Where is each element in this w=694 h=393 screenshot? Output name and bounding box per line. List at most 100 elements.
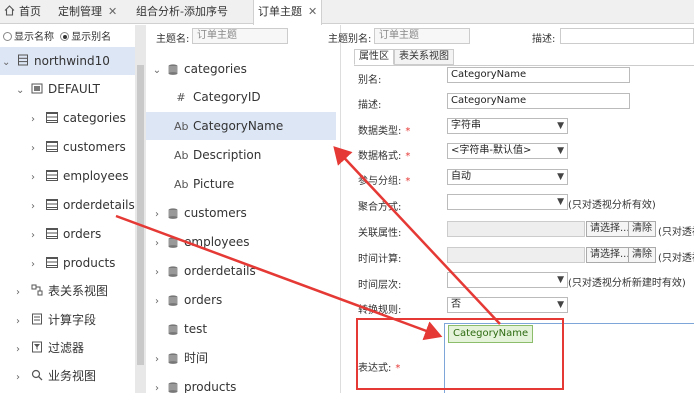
radio-show-name[interactable] bbox=[3, 32, 12, 41]
timelevel-note: (只对透视分析新建时有效) bbox=[568, 278, 686, 289]
tree-node-table[interactable]: › categories bbox=[31, 105, 126, 131]
tree-node-table[interactable]: › employees bbox=[31, 163, 128, 189]
topic-table-item[interactable]: › employees bbox=[146, 228, 336, 256]
topic-table-item[interactable]: test bbox=[146, 315, 336, 343]
tab-home[interactable]: 首页 bbox=[4, 0, 41, 24]
table-db-icon bbox=[167, 288, 179, 306]
tree-node-schema[interactable]: ⌄ DEFAULT bbox=[16, 76, 100, 102]
topic-alias-input[interactable]: 订单主题 bbox=[374, 28, 470, 44]
chevron-right-icon[interactable]: › bbox=[16, 280, 28, 306]
chevron-right-icon[interactable]: › bbox=[150, 375, 164, 393]
subtab-table-relation[interactable]: 表关系视图 bbox=[394, 49, 454, 65]
topic-table-item[interactable]: › orderdetails bbox=[146, 257, 336, 285]
field-assoc-input[interactable] bbox=[447, 221, 585, 237]
topic-field-label: CategoryID bbox=[193, 90, 261, 104]
timecalc-clear-button[interactable]: 清除 bbox=[628, 247, 656, 263]
tree-node-table[interactable]: › customers bbox=[31, 134, 126, 160]
timecalc-select-button[interactable]: 请选择... bbox=[586, 247, 634, 263]
assoc-select-button[interactable]: 请选择... bbox=[586, 221, 634, 237]
tab-label: 订单主题 bbox=[258, 5, 302, 18]
table-db-icon bbox=[167, 230, 179, 248]
topic-table-item[interactable]: › 时间 bbox=[146, 344, 336, 372]
chevron-right-icon[interactable]: › bbox=[31, 223, 43, 249]
topic-desc-input[interactable] bbox=[560, 28, 694, 44]
topic-table-label: test bbox=[184, 322, 208, 336]
chevron-right-icon[interactable]: › bbox=[150, 230, 164, 258]
tree-node-table[interactable]: › orders bbox=[31, 221, 101, 247]
radio-label: 显示别名 bbox=[71, 32, 112, 43]
topic-field-item[interactable]: # CategoryID bbox=[146, 83, 336, 111]
assoc-clear-button[interactable]: 清除 bbox=[628, 221, 656, 237]
topic-table-item[interactable]: › products bbox=[146, 373, 336, 393]
topic-table-item[interactable]: › orders bbox=[146, 286, 336, 314]
field-timecalc-input[interactable] bbox=[447, 247, 585, 263]
field-format-select[interactable]: <字符串-默认值> ▼ bbox=[447, 143, 568, 159]
field-alias-input[interactable]: CategoryName bbox=[447, 67, 630, 83]
chevron-right-icon[interactable]: › bbox=[150, 346, 164, 374]
search-icon bbox=[31, 364, 43, 381]
topic-field-item[interactable]: Ab Picture bbox=[146, 170, 336, 198]
chevron-right-icon[interactable]: › bbox=[31, 165, 43, 191]
chevron-down-icon[interactable]: ⌄ bbox=[16, 78, 28, 104]
tree-scrollbar[interactable] bbox=[135, 25, 146, 393]
table-db-icon bbox=[167, 57, 179, 75]
chevron-down-icon[interactable]: ⌄ bbox=[2, 50, 14, 76]
topic-field-label: Description bbox=[193, 148, 262, 162]
table-db-icon bbox=[167, 317, 179, 335]
topic-table-label: customers bbox=[184, 206, 247, 220]
topic-table-item[interactable]: › customers bbox=[146, 199, 336, 227]
tree-node-table-relation-view[interactable]: › 表关系视图 bbox=[16, 278, 108, 304]
scrollbar-thumb[interactable] bbox=[137, 65, 144, 365]
required-mark: * bbox=[405, 176, 411, 187]
table-icon bbox=[46, 199, 58, 210]
table-icon bbox=[46, 170, 58, 181]
tree-node-table[interactable]: › orderdetails bbox=[31, 192, 135, 218]
field-timelevel-select[interactable]: ▼ bbox=[447, 272, 568, 288]
topic-table-label: orders bbox=[184, 293, 223, 307]
close-icon[interactable]: ✕ bbox=[308, 5, 317, 18]
tab-bar: 首页 定制管理 ✕ 组合分析-添加序号 订单主题 ✕ bbox=[0, 0, 694, 25]
tab-combo-analysis[interactable]: 组合分析-添加序号 bbox=[136, 0, 228, 24]
chevron-right-icon[interactable]: › bbox=[150, 259, 164, 287]
topic-table-categories[interactable]: ⌄ categories bbox=[146, 55, 336, 83]
field-agg-select[interactable]: ▼ bbox=[447, 194, 568, 210]
topic-name-input[interactable]: 订单主题 bbox=[192, 28, 288, 44]
field-agg-label: 聚合方式: bbox=[358, 202, 402, 213]
close-icon[interactable]: ✕ bbox=[108, 5, 117, 18]
topic-field-item[interactable]: Ab CategoryName bbox=[146, 112, 336, 140]
field-datatype-select[interactable]: 字符串 ▼ bbox=[447, 118, 568, 134]
tree-node-business-views[interactable]: › 业务视图 bbox=[16, 363, 96, 389]
timecalc-note: (只对透视 bbox=[658, 253, 694, 264]
chevron-down-icon[interactable]: ⌄ bbox=[150, 57, 164, 85]
chevron-right-icon[interactable]: › bbox=[16, 365, 28, 391]
field-convert-label: 转换规则: bbox=[358, 305, 402, 316]
field-type-icon: Ab bbox=[174, 120, 189, 133]
chevron-right-icon[interactable]: › bbox=[31, 136, 43, 162]
chevron-right-icon[interactable]: › bbox=[16, 337, 28, 363]
tree-node-label: 过滤器 bbox=[48, 341, 85, 355]
chevron-right-icon[interactable]: › bbox=[31, 194, 43, 220]
field-desc-input[interactable]: CategoryName bbox=[447, 93, 630, 109]
chevron-right-icon[interactable]: › bbox=[31, 252, 43, 278]
topic-table-label: employees bbox=[184, 235, 250, 249]
tree-node-filters[interactable]: › 过滤器 bbox=[16, 335, 84, 361]
chevron-right-icon[interactable]: › bbox=[150, 288, 164, 316]
chevron-down-icon: ▼ bbox=[557, 172, 564, 182]
schema-icon bbox=[31, 77, 43, 94]
topic-field-item[interactable]: Ab Description bbox=[146, 141, 336, 169]
chevron-right-icon[interactable]: › bbox=[16, 309, 28, 335]
calculated-field-icon bbox=[31, 308, 43, 325]
radio-show-alias[interactable] bbox=[60, 32, 70, 41]
chevron-right-icon[interactable]: › bbox=[31, 107, 43, 133]
chevron-right-icon[interactable]: › bbox=[150, 201, 164, 229]
tree-node-calculated-fields[interactable]: › 计算字段 bbox=[16, 307, 96, 333]
tree-node-table[interactable]: › products bbox=[31, 250, 115, 276]
subtab-properties[interactable]: 属性区 bbox=[354, 49, 394, 65]
topic-header-row: 主题别名: 订单主题 描述: bbox=[328, 25, 694, 45]
tree-node-root[interactable]: ⌄ northwind10 bbox=[2, 48, 110, 74]
tab-custom-management[interactable]: 定制管理 ✕ bbox=[58, 0, 117, 24]
field-group-select[interactable]: 自动 ▼ bbox=[447, 169, 568, 185]
label-text: 参与分组: bbox=[358, 176, 402, 187]
field-convert-select[interactable]: 否 ▼ bbox=[447, 297, 568, 313]
tab-order-topic[interactable]: 订单主题 ✕ bbox=[253, 0, 323, 25]
